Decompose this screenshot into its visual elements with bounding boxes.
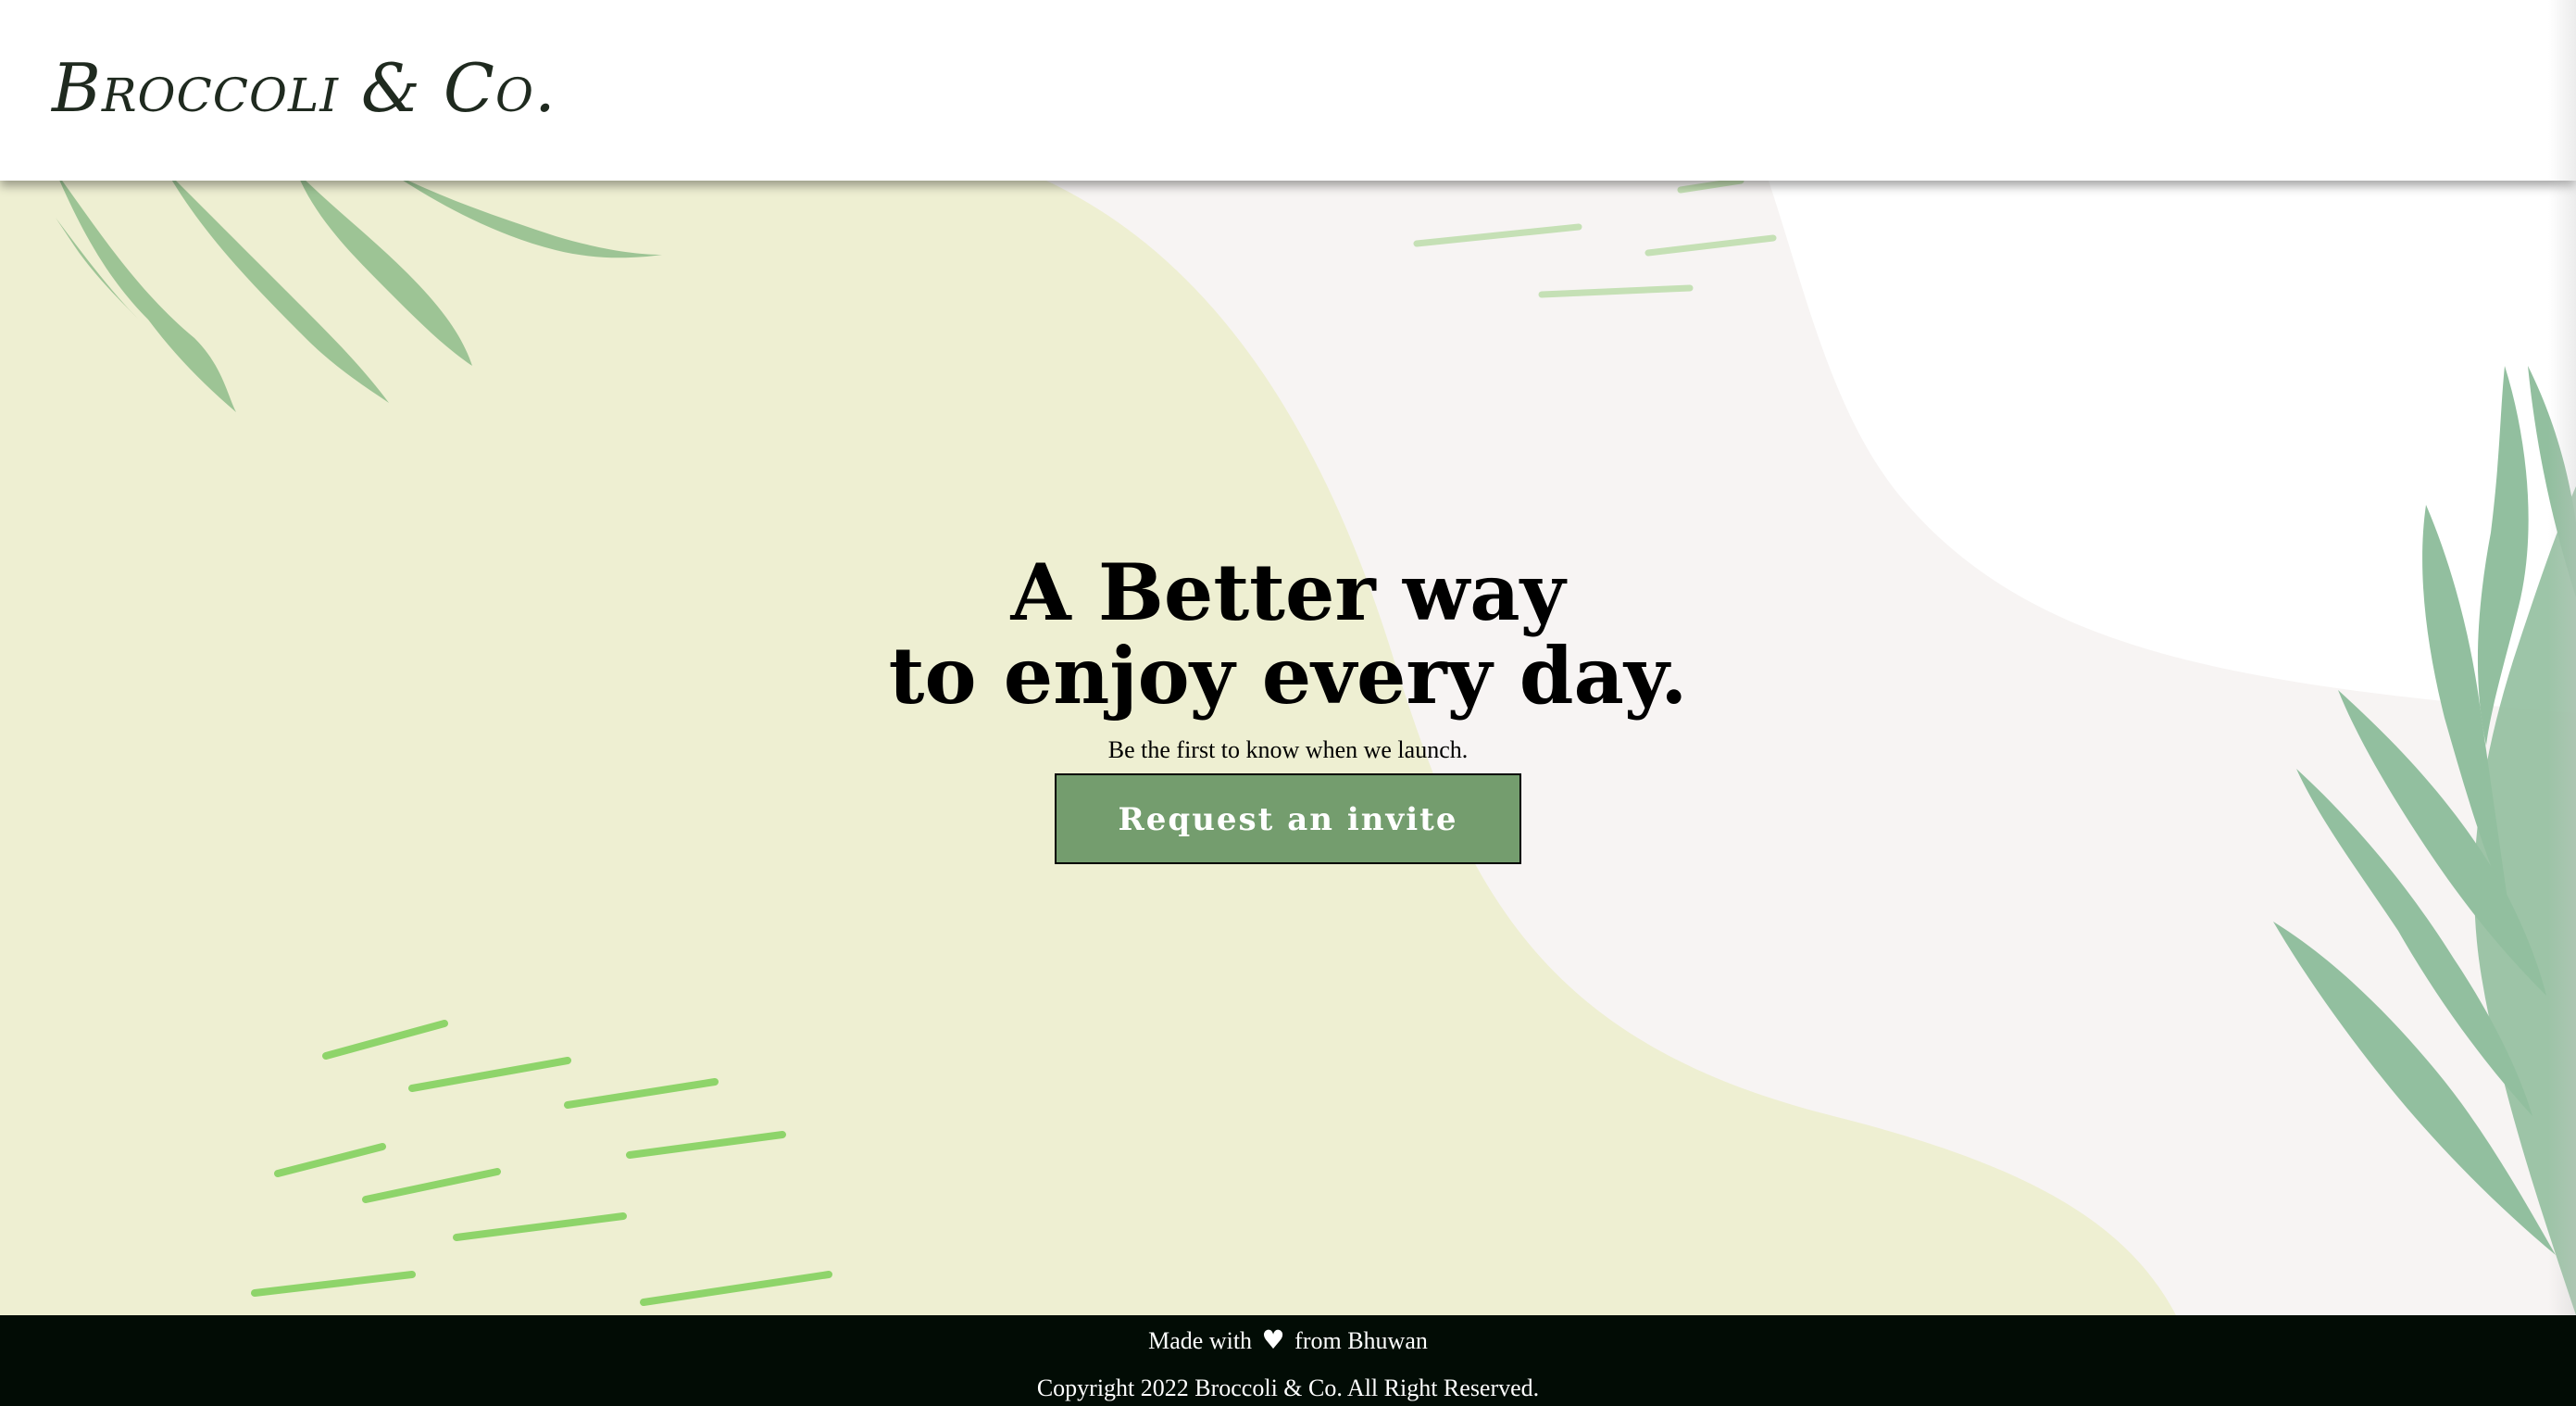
brand-logo[interactable]: Broccoli & Co. xyxy=(52,46,556,130)
copyright-text: Copyright 2022 Broccoli & Co. All Right … xyxy=(1036,1375,1540,1401)
hero-subtitle: Be the first to know when we launch. xyxy=(1107,736,1469,763)
made-with-prefix: Made with xyxy=(1148,1327,1253,1354)
hero-headline-line-2: to enjoy every day. xyxy=(888,630,1688,722)
page: Broccoli & Co. A Better way to enjoy eve… xyxy=(0,0,2576,1406)
site-footer: Made with ♥ from Bhuwan Copyright 2022 B… xyxy=(0,1315,2576,1406)
hero-headline: A Better way to enjoy every day. xyxy=(0,551,2576,718)
made-with-suffix: from Bhuwan xyxy=(1294,1327,1428,1354)
request-invite-button[interactable]: Request an invite xyxy=(1055,773,1521,864)
hero-headline-line-1: A Better way xyxy=(1010,546,1566,638)
right-edge-shadow xyxy=(2548,0,2576,1315)
site-header: Broccoli & Co. xyxy=(0,0,2576,181)
hero-section: A Better way to enjoy every day. Be the … xyxy=(0,181,2576,1315)
heart-icon: ♥ xyxy=(1261,1324,1285,1355)
hero-content: A Better way to enjoy every day. Be the … xyxy=(0,551,2576,864)
made-with-line: Made with ♥ from Bhuwan xyxy=(0,1324,2576,1355)
